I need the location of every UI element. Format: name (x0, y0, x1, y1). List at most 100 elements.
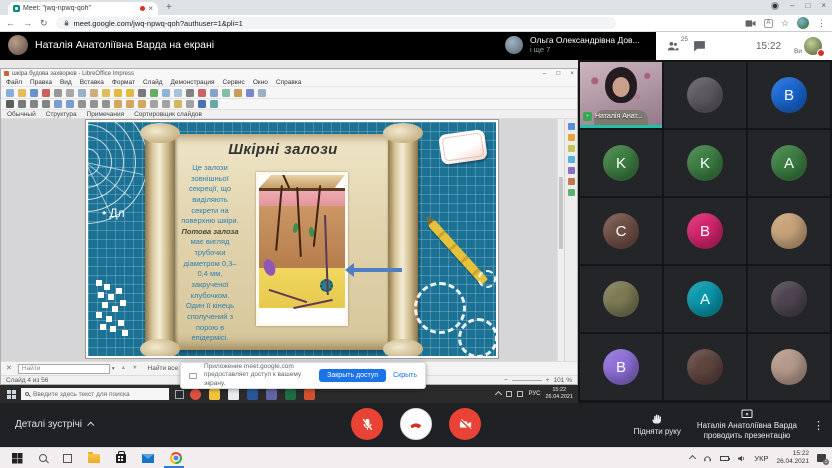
connector-icon[interactable] (102, 100, 110, 108)
menu-tools[interactable]: Сервис (223, 79, 245, 86)
participant-tile[interactable]: B (664, 198, 746, 264)
browser-profile-avatar[interactable] (797, 17, 809, 29)
participant-tile[interactable]: B (580, 334, 662, 400)
tray-icon[interactable] (517, 391, 523, 397)
participant-tile[interactable]: A (748, 130, 830, 196)
participant-tile[interactable]: A (664, 266, 746, 332)
menu-slide[interactable]: Слайд (143, 79, 163, 86)
libreoffice-title-bar[interactable]: шкіра будова захворюв - LibreOffice Impr… (1, 69, 577, 78)
lo-minimize-button[interactable]: – (543, 69, 547, 78)
presenter-banner[interactable]: Наталія Анатоліївна Варда на екрані (8, 35, 214, 55)
basic-shapes-icon[interactable] (114, 100, 122, 108)
hang-up-button[interactable] (400, 408, 432, 440)
view-tab-sorter[interactable]: Сортировщик слайдов (134, 111, 202, 118)
menu-help[interactable]: Справка (276, 79, 302, 86)
participant-tile[interactable]: K (580, 130, 662, 196)
zoom-pan-icon[interactable] (18, 100, 26, 108)
participant-tile[interactable]: C (580, 198, 662, 264)
start-slideshow-icon[interactable] (198, 89, 206, 97)
self-view[interactable]: Ви (794, 37, 822, 55)
export-pdf-icon[interactable] (42, 89, 50, 97)
raise-hand-button[interactable]: Підняти руку (634, 413, 681, 437)
zoom-in-icon[interactable]: + (546, 377, 550, 384)
participant-tile[interactable] (748, 198, 830, 264)
battery-icon[interactable] (720, 456, 729, 461)
others-banner[interactable]: Ольга Олександрівна Дов... і ще 7 (505, 35, 640, 54)
address-bar[interactable]: meet.google.com/jwq-npwq-qoh?authuser=1&… (56, 17, 616, 29)
tray-expand-icon[interactable] (495, 390, 502, 397)
start-button-icon[interactable] (7, 390, 11, 394)
find-next-icon[interactable]: ▼ (132, 366, 137, 372)
view-tab-normal[interactable]: Обычный (7, 111, 36, 118)
camera-off-button[interactable] (449, 408, 481, 440)
zoom-slider[interactable] (512, 380, 542, 381)
curve-icon[interactable] (90, 100, 98, 108)
find-close-icon[interactable]: ✕ (6, 365, 12, 372)
find-previous-icon[interactable]: ▲ (121, 366, 126, 372)
task-view-icon[interactable] (63, 454, 72, 463)
mail-icon[interactable] (142, 454, 154, 463)
translate-icon[interactable]: A (764, 19, 773, 28)
participant-tile[interactable] (664, 334, 746, 400)
fill-color-icon[interactable] (198, 100, 206, 108)
hide-popup-button[interactable]: Скрыть (393, 372, 417, 379)
microsoft-store-icon[interactable] (116, 454, 126, 463)
find-all-button[interactable]: Найти все (148, 365, 179, 372)
start-button-icon[interactable] (12, 453, 17, 458)
copy-icon[interactable] (78, 89, 86, 97)
menu-insert[interactable]: Вставка (80, 79, 104, 86)
screen-recorder-icon[interactable] (771, 2, 779, 10)
taskbar-powerpoint-icon[interactable] (304, 389, 315, 400)
participant-tile[interactable] (748, 266, 830, 332)
menu-edit[interactable]: Правка (30, 79, 52, 86)
zoom-out-icon[interactable]: − (504, 377, 508, 384)
participant-tile[interactable]: K (664, 130, 746, 196)
browser-tab[interactable]: Meet: "jwq-npwq-qoh" × (8, 2, 158, 15)
menu-file[interactable]: Файл (6, 79, 22, 86)
new-icon[interactable] (6, 89, 14, 97)
taskbar-teams-icon[interactable] (266, 389, 277, 400)
taskbar-excel-icon[interactable] (285, 389, 296, 400)
tray-expand-icon[interactable] (689, 454, 696, 461)
browser-menu-icon[interactable]: ⋮ (817, 19, 826, 28)
sidebar-styles-icon[interactable] (568, 167, 575, 174)
view-tab-outline[interactable]: Структура (46, 111, 77, 118)
taskbar-clock[interactable]: 15:22 26.04.2021 (776, 450, 809, 467)
3d-objects-icon[interactable] (186, 100, 194, 108)
sidebar-master-icon[interactable] (568, 156, 575, 163)
taskbar-chrome-icon[interactable] (190, 389, 201, 400)
taskbar-explorer-icon[interactable] (209, 389, 220, 400)
sidebar-transition-icon[interactable] (568, 134, 575, 141)
taskbar-search-icon[interactable] (39, 454, 47, 462)
slide-canvas[interactable]: • Дл Шкірні залози Це залози зовнішньої … (86, 120, 498, 358)
participant-tile[interactable] (580, 266, 662, 332)
lo-close-button[interactable]: × (570, 69, 574, 78)
keyboard-language[interactable]: УКР (754, 454, 768, 463)
menu-window[interactable]: Окно (253, 79, 268, 86)
insert-table-icon[interactable] (210, 89, 218, 97)
participant-tile[interactable] (748, 334, 830, 400)
back-icon[interactable]: ← (6, 19, 15, 28)
stop-sharing-button[interactable]: Закрыть доступ (319, 369, 386, 382)
notification-center-icon[interactable]: 1 (817, 454, 826, 462)
slide-layout-icon[interactable] (258, 89, 266, 97)
taskbar-clock[interactable]: 15:22 26.04.2021 (545, 387, 573, 401)
symbol-shapes-icon[interactable] (126, 100, 134, 108)
snap-guides-icon[interactable] (174, 89, 182, 97)
sidebar-properties-icon[interactable] (568, 123, 575, 130)
open-icon[interactable] (18, 89, 26, 97)
bookmark-star-icon[interactable]: ☆ (781, 19, 789, 28)
find-dropdown-icon[interactable]: ▾ (112, 366, 115, 372)
tray-icon[interactable] (506, 391, 512, 397)
mic-mute-button[interactable] (351, 408, 383, 440)
task-view-icon[interactable] (175, 390, 184, 399)
volume-icon[interactable] (737, 454, 746, 463)
arrow-line-icon[interactable] (78, 100, 86, 108)
undo-icon[interactable] (114, 89, 122, 97)
rectangle-icon[interactable] (54, 100, 62, 108)
taskbar-search-input[interactable] (33, 391, 163, 398)
display-grid-icon[interactable] (162, 89, 170, 97)
insert-textbox-icon[interactable] (246, 89, 254, 97)
taskbar-word-icon[interactable] (247, 389, 258, 400)
window-close-button[interactable]: × (821, 2, 826, 10)
